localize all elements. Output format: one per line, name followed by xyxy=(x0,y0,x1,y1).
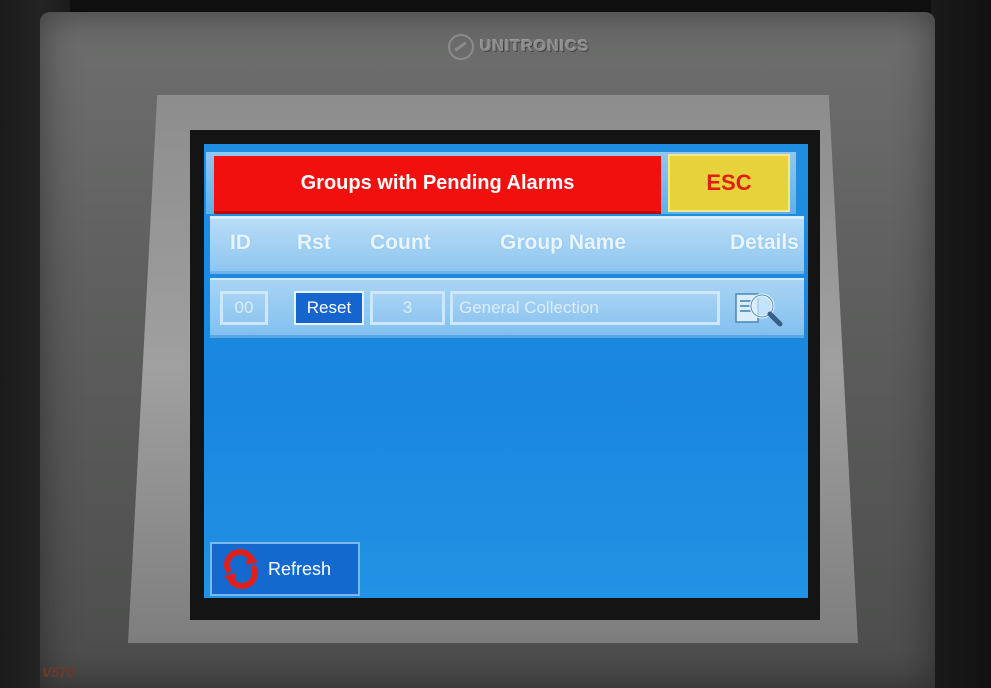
model-label: V570 xyxy=(42,664,75,680)
group-name-field: General Collection xyxy=(450,291,720,325)
background-wall-right xyxy=(931,0,991,688)
brand-logo-icon xyxy=(448,34,474,60)
refresh-icon xyxy=(224,549,258,589)
magnifier-document-icon xyxy=(735,293,783,327)
touch-screen: Groups with Pending Alarms ESC ID Rst Co… xyxy=(204,144,808,598)
brand-label: UNITRONICS xyxy=(448,34,590,60)
table-row: 00 Reset 3 General Collection xyxy=(210,278,804,338)
refresh-label: Refresh xyxy=(268,558,332,579)
page-title: Groups with Pending Alarms xyxy=(214,156,661,214)
column-header-rst: Rst xyxy=(297,231,331,254)
brand-name: UNITRONICS xyxy=(480,38,590,55)
group-id-field: 00 xyxy=(220,291,268,325)
reset-button[interactable]: Reset xyxy=(294,291,364,325)
details-button[interactable] xyxy=(730,286,790,330)
column-header-id: ID xyxy=(230,231,251,254)
refresh-button[interactable]: Refresh xyxy=(210,542,360,596)
column-header-details: Details xyxy=(730,231,799,254)
column-header-count: Count xyxy=(370,231,431,254)
column-header-group-name: Group Name xyxy=(500,231,627,254)
alarm-count-field: 3 xyxy=(370,291,445,325)
table-header: ID Rst Count Group Name Details xyxy=(210,216,804,274)
esc-button[interactable]: ESC xyxy=(668,154,790,212)
